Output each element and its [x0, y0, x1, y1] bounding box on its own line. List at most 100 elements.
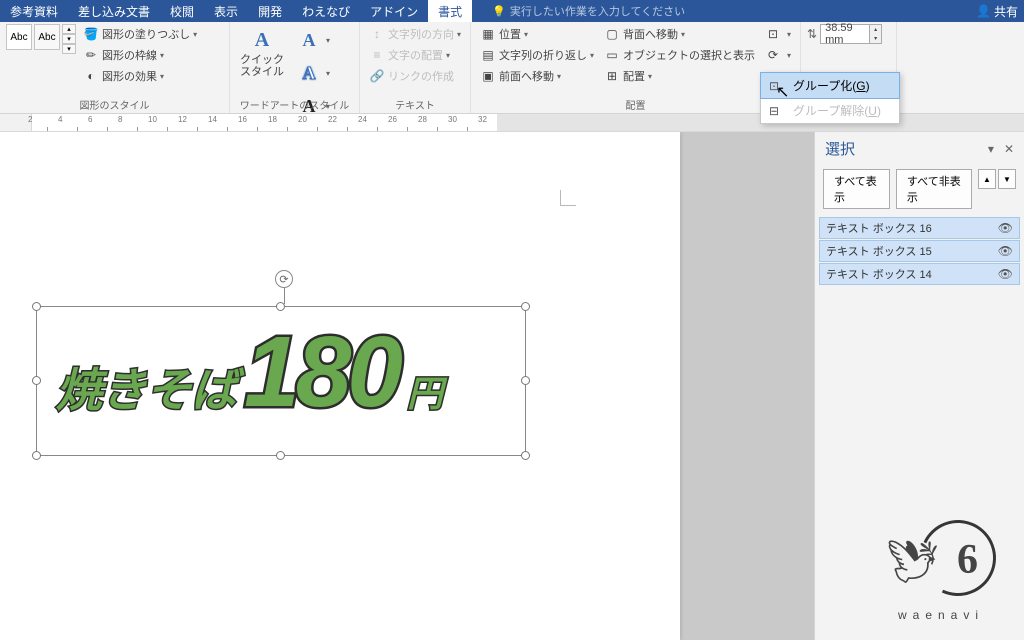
- list-item[interactable]: テキスト ボックス 16👁: [819, 217, 1020, 239]
- tab-addins[interactable]: アドイン: [360, 0, 428, 22]
- create-link: 🔗リンクの作成: [366, 66, 464, 86]
- rotate-menu[interactable]: ⟳▾: [762, 45, 794, 65]
- pane-menu-icon[interactable]: ▾: [988, 142, 994, 156]
- menu-ungroup: ⊟ グループ解除(U): [761, 98, 899, 123]
- selpane-icon: ▭: [604, 47, 620, 63]
- pane-title: 選択: [825, 138, 855, 159]
- workspace: ⟳ 焼きそば 180 円 選択 ▾ ✕: [0, 132, 1024, 640]
- resize-handle[interactable]: [521, 451, 530, 460]
- rotate-icon: ⟳: [765, 47, 781, 63]
- text-fill-icon: A: [295, 26, 323, 54]
- eye-icon[interactable]: 👁: [998, 267, 1013, 281]
- wordart-text-2[interactable]: 180: [244, 332, 399, 412]
- person-icon: 👤: [976, 4, 991, 18]
- group-menu[interactable]: ⊡▾: [762, 24, 794, 44]
- quick-styles[interactable]: A クイック スタイル: [236, 24, 288, 80]
- tab-format[interactable]: 書式: [428, 0, 472, 22]
- text-align[interactable]: ≡文字の配置▾: [366, 45, 464, 65]
- group-shape-styles: Abc Abc ▴▾▾ 🪣図形の塗りつぶし▾ ✏図形の枠線▾ ◐図形の効果▾ 図…: [0, 22, 230, 113]
- ungroup-icon: ⊟: [769, 104, 787, 118]
- height-icon: ⇅: [807, 27, 817, 41]
- ribbon-tabs: 参考資料 差し込み文書 校閲 表示 開発 わえなび アドイン 書式 💡 実行した…: [0, 0, 1024, 22]
- tell-me[interactable]: 💡 実行したい作業を入力してください: [492, 3, 685, 19]
- resize-handle[interactable]: [521, 302, 530, 311]
- resize-handle[interactable]: [32, 376, 41, 385]
- position-icon: ▦: [480, 26, 496, 42]
- list-item[interactable]: テキスト ボックス 15👁: [819, 240, 1020, 262]
- bring-forward[interactable]: ▣前面へ移動▾: [477, 66, 597, 86]
- send-backward[interactable]: ▢背面へ移動▾: [601, 24, 758, 44]
- shape-fill[interactable]: 🪣図形の塗りつぶし▾: [80, 24, 200, 44]
- watermark: 6 🕊 waenavi: [886, 514, 996, 622]
- move-down-button[interactable]: ▼: [998, 169, 1016, 189]
- group-text: ↕文字列の方向▾ ≡文字の配置▾ 🔗リンクの作成 テキスト: [360, 22, 471, 113]
- wrap-icon: ▤: [480, 47, 496, 63]
- wrap-text[interactable]: ▤文字列の折り返し▾: [477, 45, 597, 65]
- list-item[interactable]: テキスト ボックス 14👁: [819, 263, 1020, 285]
- show-all-button[interactable]: すべて表示: [823, 169, 890, 209]
- text-direction[interactable]: ↕文字列の方向▾: [366, 24, 464, 44]
- link-icon: 🔗: [369, 68, 385, 84]
- height-input[interactable]: 38.59 mm ▴▾: [820, 24, 882, 44]
- resize-handle[interactable]: [32, 451, 41, 460]
- backward-icon: ▢: [604, 26, 620, 42]
- selection-pane: 選択 ▾ ✕ すべて表示 すべて非表示 ▲ ▼ テキスト ボックス 16👁 テキ…: [814, 132, 1024, 640]
- align-objects[interactable]: ⊞配置▾: [601, 66, 758, 86]
- tab-mailings[interactable]: 差し込み文書: [68, 0, 160, 22]
- pen-icon: ✏: [83, 47, 99, 63]
- shape-outline[interactable]: ✏図形の枠線▾: [80, 45, 200, 65]
- group-label: 図形のスタイル: [6, 95, 223, 113]
- page[interactable]: ⟳ 焼きそば 180 円: [0, 132, 680, 640]
- gallery-spinner[interactable]: ▴▾▾: [62, 24, 76, 54]
- shape-swatch[interactable]: Abc: [6, 24, 32, 50]
- tab-waenabi[interactable]: わえなび: [292, 0, 360, 22]
- shape-style-gallery[interactable]: Abc Abc ▴▾▾: [6, 24, 76, 54]
- text-fill[interactable]: A▾: [292, 24, 333, 56]
- tab-view[interactable]: 表示: [204, 0, 248, 22]
- shape-effects[interactable]: ◐図形の効果▾: [80, 66, 200, 86]
- resize-handle[interactable]: [276, 302, 285, 311]
- group-dropdown: ⊡ グループ化(G) ⊟ グループ解除(U): [760, 72, 900, 124]
- alignobj-icon: ⊞: [604, 68, 620, 84]
- resize-handle[interactable]: [521, 376, 530, 385]
- margin-guide: [560, 190, 576, 206]
- tab-review[interactable]: 校閲: [160, 0, 204, 22]
- menu-group[interactable]: ⊡ グループ化(G): [760, 72, 900, 99]
- forward-icon: ▣: [480, 68, 496, 84]
- selection-list: テキスト ボックス 16👁 テキスト ボックス 15👁 テキスト ボックス 14…: [815, 213, 1024, 290]
- eye-icon[interactable]: 👁: [998, 244, 1013, 258]
- wordart-group[interactable]: 焼きそば 180 円: [56, 332, 443, 420]
- group-label: 配置: [477, 95, 794, 113]
- bucket-icon: 🪣: [83, 26, 99, 42]
- bulb-icon: 💡: [492, 5, 506, 18]
- eye-icon[interactable]: 👁: [998, 221, 1013, 235]
- spin-down[interactable]: ▾: [869, 34, 881, 43]
- share-button[interactable]: 👤 共有: [976, 3, 1018, 20]
- selection-pane-btn[interactable]: ▭オブジェクトの選択と表示: [601, 45, 758, 65]
- rotate-handle[interactable]: ⟳: [275, 270, 293, 288]
- ribbon: Abc Abc ▴▾▾ 🪣図形の塗りつぶし▾ ✏図形の枠線▾ ◐図形の効果▾ 図…: [0, 22, 1024, 114]
- position[interactable]: ▦位置▾: [477, 24, 597, 44]
- document-area[interactable]: ⟳ 焼きそば 180 円: [0, 132, 814, 640]
- group-wordart-styles: A クイック スタイル A▾ A▾ A▾ ワードアートのスタイル: [230, 22, 360, 113]
- group-label: ワードアートのスタイル: [236, 95, 353, 113]
- pane-close-icon[interactable]: ✕: [1004, 142, 1014, 156]
- hide-all-button[interactable]: すべて非表示: [896, 169, 972, 209]
- align-icon: ≡: [369, 47, 385, 63]
- bird-icon: 🕊: [886, 538, 939, 587]
- move-up-button[interactable]: ▲: [978, 169, 996, 189]
- shape-swatch[interactable]: Abc: [34, 24, 60, 50]
- text-outline-icon: A: [295, 59, 323, 87]
- wordart-text-1[interactable]: 焼きそば: [56, 354, 236, 420]
- wordart-text-3[interactable]: 円: [407, 365, 443, 417]
- spin-up[interactable]: ▴: [869, 25, 881, 34]
- resize-handle[interactable]: [276, 451, 285, 460]
- group-label: テキスト: [366, 95, 464, 113]
- tell-me-text: 実行したい作業を入力してください: [510, 3, 685, 19]
- tab-references[interactable]: 参考資料: [0, 0, 68, 22]
- text-outline[interactable]: A▾: [292, 57, 333, 89]
- group-icon: ⊡: [769, 79, 787, 93]
- tab-developer[interactable]: 開発: [248, 0, 292, 22]
- group-icon: ⊡: [765, 26, 781, 42]
- resize-handle[interactable]: [32, 302, 41, 311]
